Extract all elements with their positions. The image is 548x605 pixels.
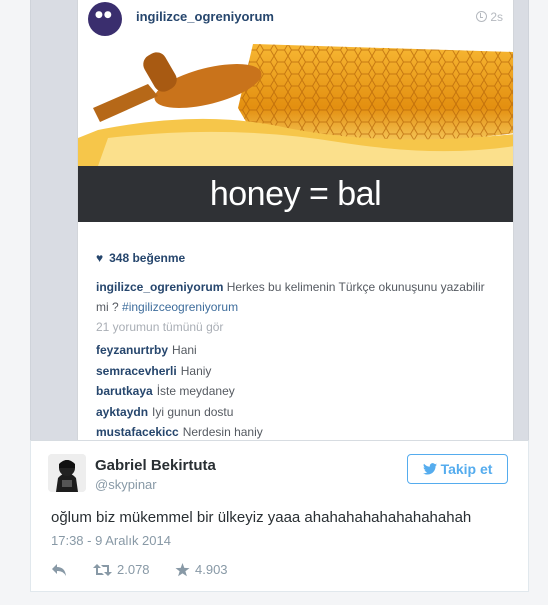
instagram-post-screenshot: ●● ingilizce_ogreniyorum 2s honey = bal …	[77, 0, 514, 440]
tweet-author-name[interactable]: Gabriel Bekirtuta	[95, 457, 216, 474]
reply-button[interactable]	[51, 560, 72, 580]
tweet-author-handle[interactable]: @skypinar	[95, 477, 157, 492]
comment-item: feyzanurtrby Hani	[96, 340, 496, 361]
retweet-count: 2.078	[117, 562, 150, 577]
comment-item: barutkaya İste meydaney	[96, 381, 496, 402]
view-all-comments-link: 21 yorumun tümünü gör	[96, 320, 224, 334]
tweet-card: Gabriel Bekirtuta @skypinar Takip et oğl…	[30, 440, 529, 592]
comment-username: mustafacekicc	[96, 425, 179, 439]
reply-icon	[52, 564, 66, 576]
comment-text: Iyi gunun dostu	[152, 404, 234, 419]
tweet-embed-background: ●● ingilizce_ogreniyorum 2s honey = bal …	[0, 0, 548, 605]
comment-username: feyzanurtrby	[96, 343, 169, 357]
comment-text: İste meydaney	[156, 384, 235, 398]
follow-button-label: Takip et	[440, 461, 493, 477]
comment-item: semracevherli Haniy	[96, 361, 496, 382]
clock-icon	[476, 11, 488, 22]
avatar-image	[48, 454, 86, 492]
instagram-avatar: ●●	[88, 2, 122, 36]
follow-button[interactable]: Takip et	[407, 454, 508, 484]
comment-username: barutkaya	[96, 384, 153, 398]
tweet-text: oğlum biz mükemmel bir ülkeyiz yaaa ahah…	[51, 509, 472, 526]
post-caption: ingilizce_ogreniyorum Herkes bu kelimeni…	[96, 277, 496, 317]
likes-count: ♥ 348 beğenme	[96, 251, 185, 265]
star-icon	[175, 563, 190, 577]
favorite-count: 4.903	[195, 562, 228, 577]
honey-equals-bal-banner: honey = bal	[78, 166, 513, 222]
avatar[interactable]	[48, 454, 86, 492]
instagram-timestamp: 2s	[476, 10, 503, 24]
likes-text: 348 beğenme	[109, 251, 186, 265]
comment-item: ayktaydn Iyi gunun dostu	[96, 402, 496, 423]
instagram-time-text: 2s	[490, 10, 503, 24]
caption-hashtag: #ingilizceogreniyorum	[122, 300, 239, 314]
comment-text: Haniy	[180, 363, 212, 378]
avatar-eyes-icon: ●●	[95, 10, 113, 20]
tweet-date[interactable]: 17:38 - 9 Aralık 2014	[51, 533, 171, 548]
comment-text: Nerdesin haniy	[182, 425, 263, 439]
instagram-post-header: ●● ingilizce_ogreniyorum 2s	[78, 0, 513, 38]
retweet-icon	[93, 564, 112, 576]
comment-username: semracevherli	[96, 363, 177, 378]
comment-text: Hani	[172, 343, 197, 357]
embedded-media-card[interactable]: ●● ingilizce_ogreniyorum 2s honey = bal …	[30, 0, 529, 440]
heart-icon: ♥	[96, 251, 104, 265]
retweet-button[interactable]: 2.078	[93, 560, 150, 580]
comment-username: ayktaydn	[96, 404, 149, 419]
honeycomb-picture	[78, 38, 513, 166]
honeycomb-image	[78, 38, 513, 166]
twitter-bird-icon	[422, 456, 437, 484]
caption-username: ingilizce_ogreniyorum	[96, 280, 224, 294]
favorite-button[interactable]: 4.903	[175, 560, 228, 580]
comment-list: feyzanurtrby Hani semracevherli Haniy baru…	[96, 340, 496, 443]
instagram-username: ingilizce_ogreniyorum	[136, 9, 274, 24]
